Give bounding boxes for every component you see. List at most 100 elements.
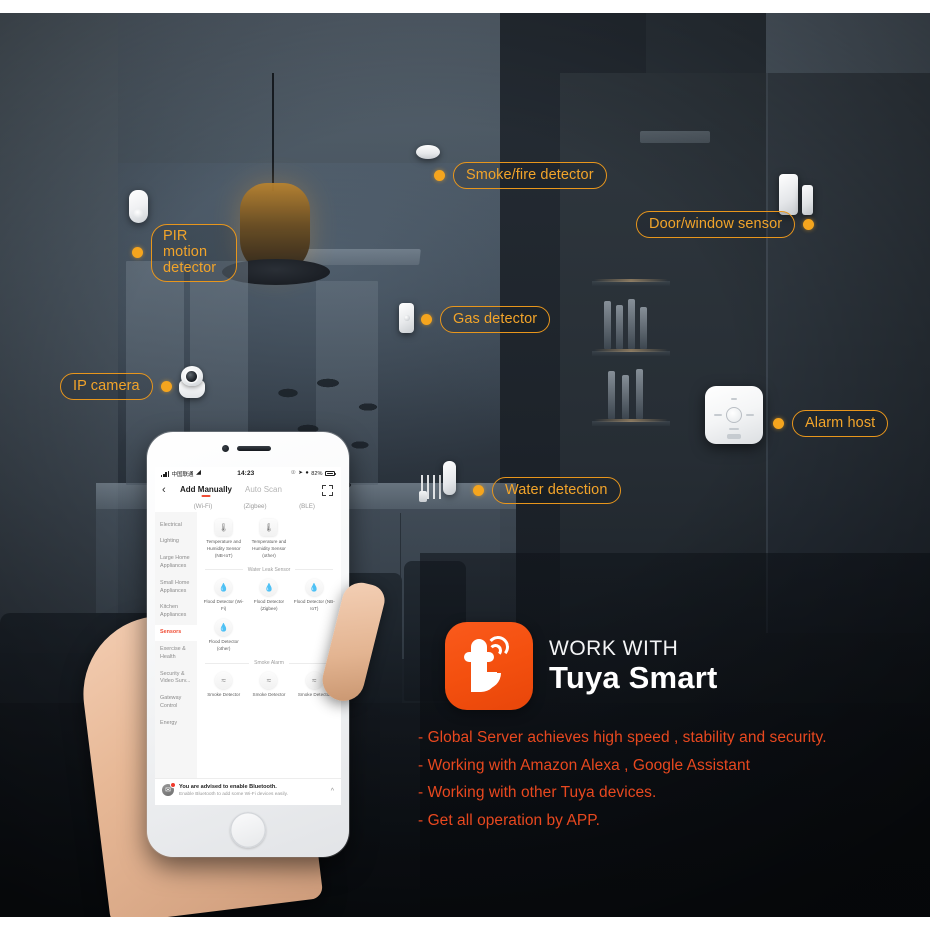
- sidebar-item-small-home-appliances[interactable]: Small Home Appliances: [155, 575, 197, 600]
- water-drop-icon: 💧: [215, 619, 233, 637]
- callout-dot-icon: [803, 219, 815, 231]
- alarm-host-panel-icon: [705, 386, 763, 444]
- bluetooth-notice-text: You are advised to enable Bluetooth. Ena…: [179, 784, 326, 799]
- phone-home-button[interactable]: [230, 812, 266, 848]
- water-leak-sensor-device: [419, 461, 459, 505]
- thermometer-icon: 🌡: [215, 519, 233, 536]
- callout-door-window-sensor[interactable]: Door/window sensor: [636, 211, 815, 239]
- subtab-zigbee[interactable]: (Zigbee): [229, 503, 281, 510]
- device-grid-pane: 🌡 Temperature and Humidity Sensor (NB-Io…: [197, 512, 341, 778]
- door-sensor-main-icon: [779, 174, 798, 215]
- pir-sensor-icon: [129, 190, 148, 223]
- smartphone-mockup: 中国联通 ◢ 14:23 ☉ ➤ ● 82% ‹ Add Manually Au…: [147, 432, 349, 857]
- device-item[interactable]: ≈ Smoke Detector: [201, 668, 246, 702]
- feature-bullet: - Global Server achieves high speed , st…: [418, 729, 827, 746]
- tuya-logo-icon: [445, 622, 533, 710]
- callout-label: PIR motion detector: [151, 224, 237, 282]
- battery-icon: [324, 471, 336, 476]
- callout-label: Door/window sensor: [636, 211, 796, 239]
- app-content: Electrical Lighting Large Home Appliance…: [155, 512, 341, 778]
- bluetooth-icon: ✉: [162, 781, 176, 796]
- alarm-host-mark-top: [731, 398, 737, 400]
- door-window-sensor-device: [779, 174, 813, 215]
- device-item[interactable]: ≈ Smoke Detector: [246, 668, 291, 702]
- scan-frame-icon[interactable]: [322, 485, 333, 496]
- callout-smoke-fire-detector[interactable]: Smoke/fire detector: [434, 162, 607, 190]
- brand-line-2: Tuya Smart: [549, 660, 718, 696]
- callout-water-detection[interactable]: Water detection: [473, 477, 621, 505]
- alarm-host-mark-bottom: [729, 428, 739, 430]
- feature-bullet: - Working with Amazon Alexa , Google Ass…: [418, 756, 750, 774]
- bluetooth-notice-bar[interactable]: ✉ You are advised to enable Bluetooth. E…: [155, 777, 341, 805]
- device-item[interactable]: 🌡 Temperature and Humidity Sensor (NB-Io…: [201, 515, 246, 563]
- section-header-smoke-alarm: Smoke Alarm: [201, 656, 337, 668]
- callout-dot-icon: [473, 485, 484, 497]
- alarm-host-device: [705, 386, 763, 444]
- alarm-host-mark-left: [714, 414, 722, 416]
- callout-pir-motion-detector[interactable]: PIR motion detector: [132, 224, 237, 282]
- callout-dot-icon: [132, 247, 143, 259]
- carrier-label: 中国联通: [171, 471, 194, 478]
- device-label: Temperature and Humidity Sensor (other): [251, 539, 287, 558]
- smoke-detector-icon: [416, 145, 440, 159]
- sidebar-item-security-video[interactable]: Security & Video Surv...: [155, 666, 197, 691]
- phone-screen: 中国联通 ◢ 14:23 ☉ ➤ ● 82% ‹ Add Manually Au…: [155, 467, 341, 805]
- sidebar-item-large-home-appliances[interactable]: Large Home Appliances: [155, 551, 197, 576]
- sidebar-item-exercise-health[interactable]: Exercise & Health: [155, 641, 197, 666]
- device-group-smoke: ≈ Smoke Detector ≈ Smoke Detector ≈ Smok…: [201, 668, 337, 702]
- water-drop-icon: 💧: [215, 578, 233, 596]
- callout-gas-detector[interactable]: Gas detector: [421, 306, 551, 334]
- smoke-waves-icon: ≈: [305, 672, 323, 690]
- sidebar-item-electrical[interactable]: Electrical: [155, 517, 197, 534]
- callout-dot-icon: [160, 381, 172, 393]
- category-sidebar: Electrical Lighting Large Home Appliance…: [155, 512, 197, 778]
- tab-strip: Add Manually Auto Scan: [180, 485, 282, 496]
- device-item[interactable]: 💧 Flood Detector (NB-IoT): [292, 575, 337, 616]
- brand-lockup: WORK WITH Tuya Smart: [445, 622, 718, 710]
- back-chevron-icon[interactable]: ‹: [162, 485, 176, 496]
- water-drop-icon: 💧: [260, 578, 278, 596]
- sidebar-item-kitchen-appliances[interactable]: Kitchen Appliances: [155, 600, 197, 625]
- tab-add-manually[interactable]: Add Manually: [180, 485, 232, 496]
- brand-line-1: WORK WITH: [549, 637, 679, 661]
- sidebar-item-energy[interactable]: Energy: [155, 715, 197, 732]
- sidebar-item-sensors[interactable]: Sensors: [155, 624, 197, 642]
- callout-label: IP camera: [60, 373, 153, 401]
- device-label: Flood Detector (Wi-Fi): [203, 598, 244, 611]
- callout-label: Smoke/fire detector: [453, 162, 607, 190]
- subtab-ble[interactable]: (BLE): [281, 503, 333, 510]
- phone-earpiece-speaker: [237, 446, 271, 451]
- bottom-white-margin: [0, 917, 930, 930]
- sidebar-item-lighting[interactable]: Lighting: [155, 534, 197, 551]
- smoke-waves-icon: ≈: [215, 672, 233, 690]
- bluetooth-notice-subtitle: Enable Bluetooth to add some Wi-Fi devic…: [179, 792, 288, 798]
- callout-label: Water detection: [492, 477, 621, 505]
- pir-sensor-device: [129, 190, 148, 223]
- gas-detector-device: [399, 303, 414, 333]
- feature-bullet-list: - Global Server achieves high speed , st…: [418, 726, 827, 832]
- status-time: 14:23: [237, 470, 255, 477]
- device-item[interactable]: 💧 Flood Detector (Wi-Fi): [201, 575, 246, 616]
- callout-ip-camera[interactable]: IP camera: [60, 373, 172, 401]
- phone-status-bar: 中国联通 ◢ 14:23 ☉ ➤ ● 82%: [155, 467, 341, 480]
- device-item[interactable]: 💧 Flood Detector (other): [201, 615, 246, 656]
- tuya-t-hook: [471, 672, 497, 692]
- tab-auto-scan[interactable]: Auto Scan: [245, 485, 282, 496]
- feature-bullet: - Get all operation by APP.: [418, 811, 601, 829]
- ip-camera-device: [176, 366, 208, 402]
- chevron-up-icon[interactable]: ^: [331, 788, 334, 795]
- device-item[interactable]: 💧 Flood Detector (Zigbee): [246, 575, 291, 616]
- callout-dot-icon: [773, 418, 784, 430]
- alarm-host-button-icon: [726, 407, 742, 423]
- subtab-wifi[interactable]: (Wi-Fi): [177, 503, 229, 510]
- top-white-margin: [0, 0, 930, 13]
- callout-label: Gas detector: [440, 306, 551, 334]
- device-label: Flood Detector (other): [208, 639, 239, 652]
- device-group-temperature: 🌡 Temperature and Humidity Sensor (NB-Io…: [201, 515, 337, 563]
- device-item[interactable]: 🌡 Temperature and Humidity Sensor (other…: [246, 515, 291, 563]
- sidebar-item-gateway-control[interactable]: Gateway Control: [155, 691, 197, 716]
- callout-alarm-host[interactable]: Alarm host: [773, 410, 889, 438]
- section-header-water-leak: Water Leak Sensor: [201, 563, 337, 575]
- smoke-waves-icon: ≈: [260, 672, 278, 690]
- phone-navbar: ‹ Add Manually Auto Scan: [155, 480, 341, 501]
